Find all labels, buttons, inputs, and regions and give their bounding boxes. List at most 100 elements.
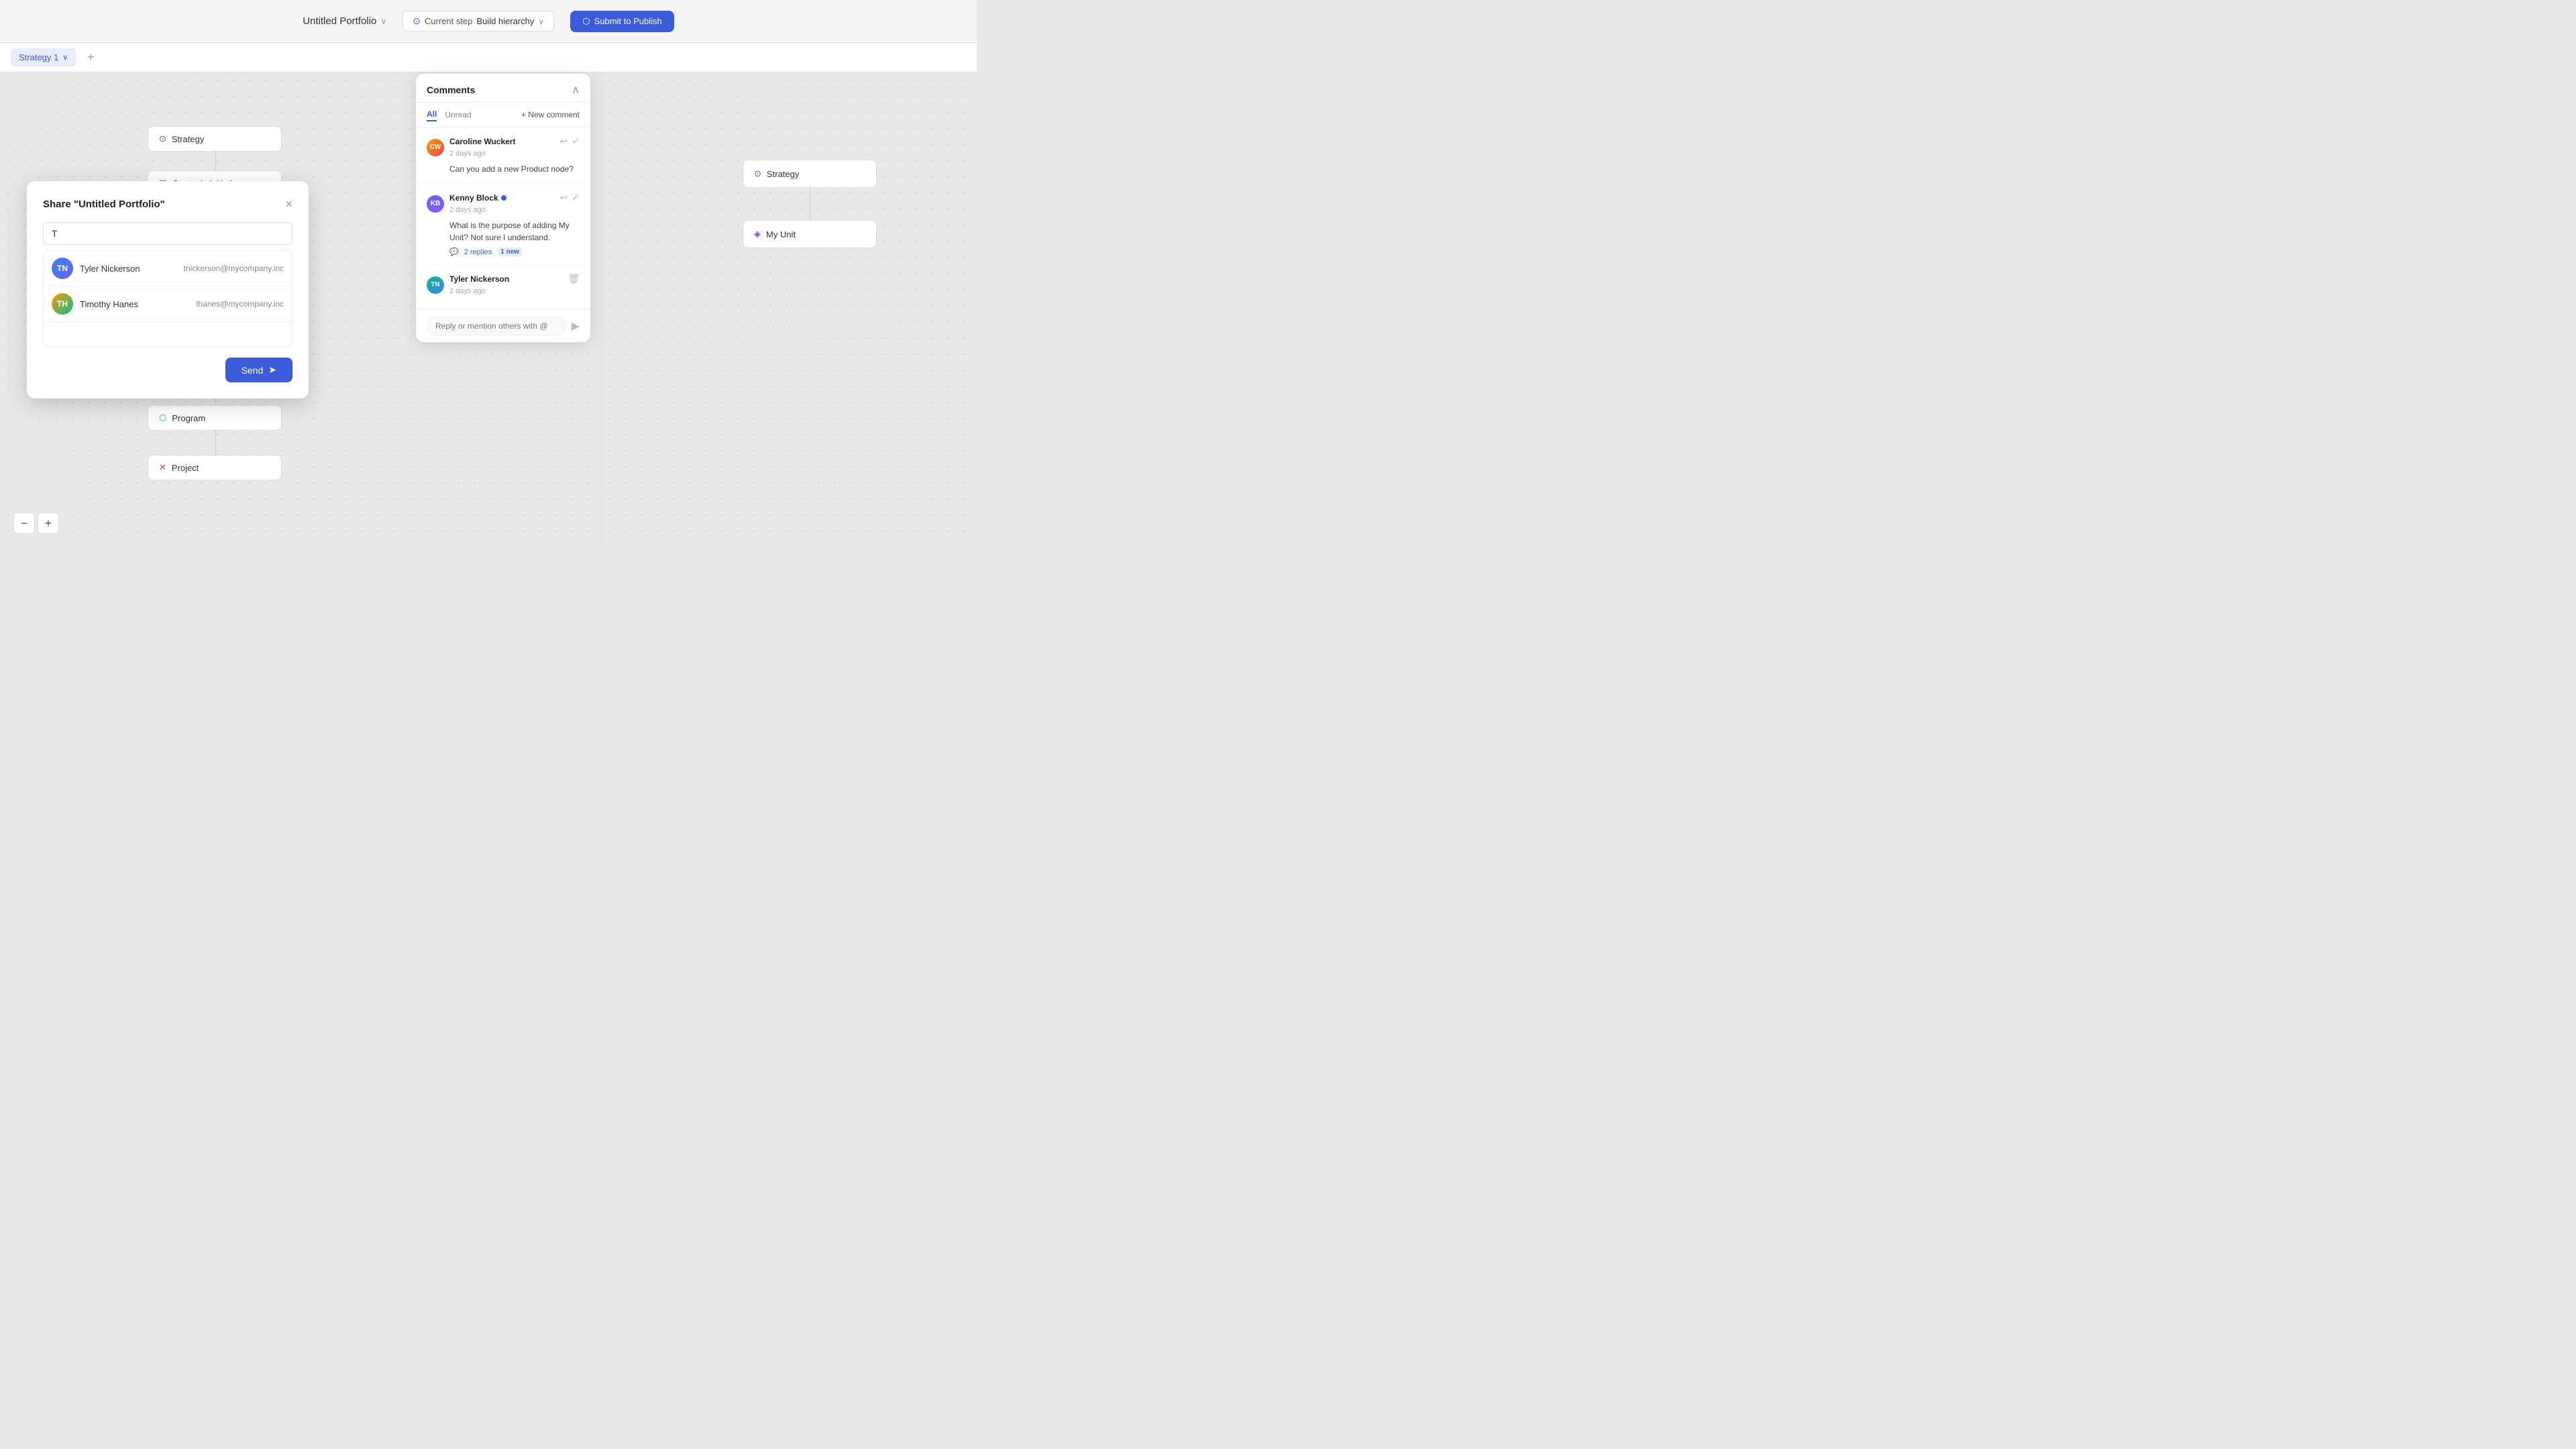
- send-arrow-icon: ➤: [268, 364, 276, 376]
- comment-meta-tyler: TN Tyler Nickerson 🗑 2 days ago: [427, 273, 580, 297]
- portfolio-chevron-icon: ∨: [380, 17, 386, 26]
- strategy-tab[interactable]: Strategy 1 ∨: [11, 48, 76, 66]
- comment-avatar-tyler: TN: [427, 276, 444, 294]
- user-name-timothy: Timothy Hanes: [80, 299, 196, 309]
- comment-time-caroline: 2 days ago: [449, 150, 486, 158]
- replies-icon: 💬: [449, 248, 459, 256]
- strategy-node-icon: ⊙: [159, 133, 166, 144]
- right-myunit-label: My Unit: [766, 229, 796, 239]
- submit-icon: ⬡: [582, 16, 590, 27]
- modal-header: Share "Untitled Portfolio" ×: [43, 197, 292, 211]
- project-icon: ✕: [159, 462, 166, 473]
- zoom-out-button[interactable]: −: [13, 513, 35, 534]
- step-indicator: ⊙ Current step Build hierarchy ∨: [402, 11, 554, 32]
- user-item-empty: [44, 322, 292, 346]
- online-status-indicator: [501, 195, 506, 201]
- comments-title: Comments: [427, 85, 475, 95]
- right-strategy-label: Strategy: [767, 169, 799, 179]
- new-badge: 1 new: [497, 248, 523, 256]
- comment-thread-kenny: KB Kenny Block ↩ ✓ 2 days ago What is th…: [416, 184, 590, 265]
- resolve-kenny-button[interactable]: ✓: [572, 192, 580, 203]
- comments-collapse-button[interactable]: ∧: [572, 83, 580, 97]
- tab-bar: Strategy 1 ∨ +: [0, 43, 977, 72]
- right-node-myunit[interactable]: ◈ My Unit: [743, 220, 877, 248]
- share-modal: Share "Untitled Portfolio" × TN Tyler Ni…: [27, 181, 309, 398]
- comment-meta-kenny: KB Kenny Block ↩ ✓ 2 days ago: [427, 192, 580, 215]
- strategy-tab-label: Strategy 1: [19, 52, 58, 62]
- user-avatar-tyler: TN: [52, 258, 73, 279]
- user-list: TN Tyler Nickerson tnickerson@mycompany.…: [43, 250, 292, 347]
- user-item-tyler[interactable]: TN Tyler Nickerson tnickerson@mycompany.…: [44, 251, 292, 286]
- modal-title: Share "Untitled Portfolio": [43, 199, 165, 210]
- resolve-caroline-button[interactable]: ✓: [572, 136, 580, 147]
- comment-time-tyler: 2 days ago: [449, 287, 486, 295]
- program-label: Program: [172, 413, 205, 423]
- delete-tyler-button[interactable]: 🗑: [568, 273, 580, 284]
- connector-line: [215, 150, 216, 170]
- step-name: Build hierarchy: [476, 16, 534, 26]
- right-strategy-icon: ⊙: [754, 168, 761, 179]
- comment-time-kenny: 2 days ago: [449, 206, 486, 214]
- node-program[interactable]: ⬡ Program: [148, 405, 282, 431]
- right-panel: ≣ Lemmata Untitled Portfolio ∨ Strategy …: [601, 0, 977, 547]
- modal-close-button[interactable]: ×: [285, 197, 292, 211]
- step-icon: ⊙: [413, 15, 421, 27]
- add-tab-button[interactable]: +: [81, 48, 100, 67]
- send-button[interactable]: Send ➤: [225, 358, 292, 382]
- node-strategy[interactable]: ⊙ Strategy: [148, 126, 282, 152]
- comment-replies-kenny: 💬 2 replies 1 new: [449, 248, 580, 256]
- comment-actions-kenny: ↩ ✓: [560, 192, 580, 203]
- user-avatar-timothy: TH: [52, 293, 73, 315]
- send-label: Send: [241, 365, 264, 376]
- reply-send-icon: ▶: [572, 321, 580, 332]
- node-project[interactable]: ✕ Project: [148, 455, 282, 480]
- reply-kenny-button[interactable]: ↩: [560, 192, 568, 203]
- comments-header: Comments ∧: [416, 74, 590, 103]
- collapse-icon: ∧: [572, 85, 580, 96]
- right-node-strategy[interactable]: ⊙ Strategy: [743, 160, 877, 188]
- user-email-tyler: tnickerson@mycompany.inc: [184, 264, 284, 273]
- submit-label: Submit to Publish: [594, 16, 662, 26]
- portfolio-title-text: Untitled Portfolio: [303, 15, 376, 27]
- zoom-out-icon: −: [21, 517, 28, 531]
- tab-all[interactable]: All: [427, 108, 437, 121]
- comments-panel: Comments ∧ All Unread + New comment CW C…: [416, 74, 590, 342]
- zoom-controls: − +: [13, 513, 59, 534]
- modal-footer: Send ➤: [43, 358, 292, 382]
- comment-text-kenny: What is the purpose of adding My Unit? N…: [449, 219, 580, 244]
- user-item-timothy[interactable]: TH Timothy Hanes thanes@mycompany.inc: [44, 286, 292, 322]
- user-name-tyler: Tyler Nickerson: [80, 264, 184, 274]
- new-comment-button[interactable]: + New comment: [521, 110, 580, 119]
- current-step-label: Current step: [425, 16, 473, 26]
- comment-author-kenny: Kenny Block: [449, 193, 498, 203]
- close-icon: ×: [285, 197, 292, 211]
- connector-line-6: [215, 429, 216, 455]
- comment-meta-caroline: CW Caroline Wuckert ↩ ✓ 2 days ago: [427, 136, 580, 159]
- portfolio-title[interactable]: Untitled Portfolio ∨: [303, 15, 386, 27]
- comment-avatar-caroline: CW: [427, 139, 444, 156]
- top-bar: Untitled Portfolio ∨ ⊙ Current step Buil…: [0, 0, 977, 43]
- right-myunit-icon: ◈: [754, 229, 761, 239]
- comment-thread-caroline: CW Caroline Wuckert ↩ ✓ 2 days ago Can y…: [416, 127, 590, 184]
- tab-unread[interactable]: Unread: [445, 109, 471, 121]
- replies-count[interactable]: 2 replies: [464, 248, 492, 256]
- comments-tabs: All Unread + New comment: [416, 103, 590, 127]
- comment-avatar-kenny: KB: [427, 195, 444, 213]
- comment-text-caroline: Can you add a new Product node?: [449, 163, 580, 175]
- right-panel-canvas: ⊙ Strategy ◈ My Unit: [602, 72, 977, 547]
- comment-author-caroline: Caroline Wuckert: [449, 137, 560, 146]
- reply-send-button[interactable]: ▶: [572, 319, 580, 333]
- comment-author-tyler: Tyler Nickerson: [449, 274, 568, 284]
- submit-to-publish-button[interactable]: ⬡ Submit to Publish: [570, 11, 674, 32]
- strategy-node-label: Strategy: [172, 134, 204, 144]
- project-label: Project: [172, 463, 199, 473]
- user-email-timothy: thanes@mycompany.inc: [196, 299, 284, 309]
- add-tab-icon: +: [87, 50, 95, 64]
- new-comment-label: + New comment: [521, 110, 580, 119]
- comment-actions-caroline: ↩ ✓: [560, 136, 580, 147]
- zoom-in-button[interactable]: +: [38, 513, 59, 534]
- tab-chevron-icon: ∨: [62, 53, 68, 62]
- reply-input[interactable]: [427, 317, 566, 335]
- share-search-input[interactable]: [43, 222, 292, 245]
- reply-caroline-button[interactable]: ↩: [560, 136, 568, 147]
